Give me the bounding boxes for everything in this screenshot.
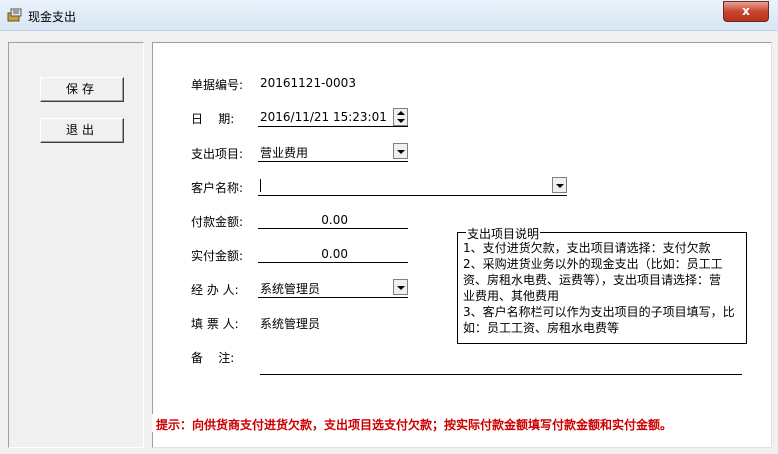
filler-label: 填 票 人: bbox=[191, 317, 239, 331]
form-panel: 单据编号: 20161121-0003 日 期: 2016/11/21 15:2… bbox=[152, 42, 772, 448]
actual-field[interactable]: 0.00 bbox=[258, 244, 408, 263]
chevron-down-icon[interactable] bbox=[393, 143, 408, 159]
close-icon: x bbox=[742, 4, 750, 18]
notes-line: 3、客户名称栏可以作为支出项目的子项目填写，比 bbox=[463, 305, 735, 319]
notes-line: 1、支付进货欠款，支出项目请选择：支付欠款 bbox=[463, 241, 711, 255]
expense-item-select[interactable]: 营业费用 bbox=[258, 142, 408, 162]
action-panel: 保存 退出 bbox=[8, 42, 144, 448]
app-icon bbox=[7, 8, 22, 22]
handler-label: 经 办 人: bbox=[191, 283, 239, 297]
payment-label: 付款金额: bbox=[191, 215, 244, 229]
notes-line: 如：员工工资、房租水电费等 bbox=[463, 321, 620, 335]
payment-field[interactable]: 0.00 bbox=[258, 210, 408, 229]
customer-select[interactable] bbox=[258, 176, 567, 196]
remark-field[interactable] bbox=[260, 356, 742, 375]
doc-no-label: 单据编号: bbox=[191, 78, 244, 92]
remark-label: 备 注: bbox=[191, 351, 235, 365]
expense-item-value: 营业费用 bbox=[260, 146, 309, 160]
customer-label: 客户名称: bbox=[191, 181, 244, 195]
handler-value: 系统管理员 bbox=[260, 282, 321, 296]
hint-text: 提示：向供货商支付进货欠款，支出项目选支付欠款；按实际付款金额填写付款金额和实付… bbox=[156, 418, 673, 432]
hint-bar: 提示：向供货商支付进货欠款，支出项目选支付欠款；按实际付款金额填写付款金额和实付… bbox=[152, 414, 770, 432]
date-label: 日 期: bbox=[191, 112, 235, 126]
exit-button[interactable]: 退出 bbox=[40, 118, 124, 143]
doc-no-value: 20161121-0003 bbox=[260, 76, 356, 90]
text-cursor bbox=[260, 179, 261, 192]
date-field[interactable]: 2016/11/21 15:23:01 bbox=[258, 108, 408, 127]
close-button[interactable]: x bbox=[723, 1, 769, 22]
expense-notes-box: 支出项目说明 1、支付进货欠款，支出项目请选择：支付欠款 2、采购进货业务以外的… bbox=[457, 225, 747, 344]
actual-label: 实付金额: bbox=[191, 249, 244, 263]
handler-select[interactable]: 系统管理员 bbox=[258, 278, 408, 298]
window-title: 现金支出 bbox=[28, 10, 77, 24]
spin-down-icon bbox=[397, 119, 405, 123]
date-spinner[interactable] bbox=[393, 108, 408, 126]
title-bar: 现金支出 x bbox=[0, 0, 778, 31]
payment-value: 0.00 bbox=[321, 213, 348, 227]
spin-up-icon bbox=[397, 111, 405, 115]
expense-item-label: 支出项目: bbox=[191, 147, 244, 161]
notes-line: 资、房租水电费、运费等），支出项目请选择：营 bbox=[463, 273, 722, 287]
chevron-down-icon[interactable] bbox=[552, 177, 567, 193]
chevron-down-icon[interactable] bbox=[393, 279, 408, 295]
save-button[interactable]: 保存 bbox=[40, 77, 124, 102]
actual-value: 0.00 bbox=[321, 247, 348, 261]
notes-line: 业费用、其他费用 bbox=[463, 289, 560, 303]
filler-value: 系统管理员 bbox=[260, 317, 321, 331]
date-value: 2016/11/21 15:23:01 bbox=[260, 110, 387, 124]
notes-line: 2、采购进货业务以外的现金支出（比如：员工工 bbox=[463, 257, 723, 271]
